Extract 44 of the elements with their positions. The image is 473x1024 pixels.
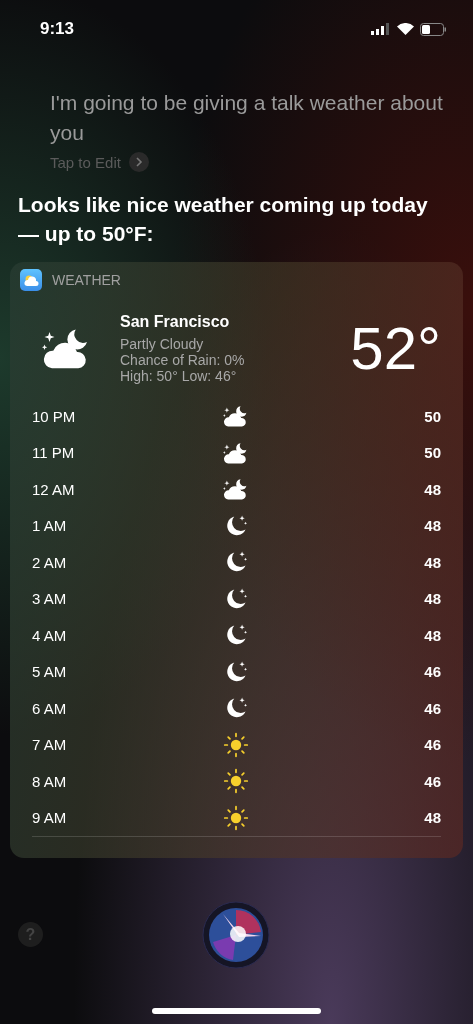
current-temperature: 52°	[350, 313, 441, 383]
hour-label: 5 AM	[32, 663, 67, 681]
tap-to-edit-link[interactable]: Tap to Edit	[50, 153, 121, 171]
hour-temperature: 46	[424, 772, 441, 790]
hour-temperature: 48	[424, 626, 441, 644]
hour-temperature: 50	[424, 444, 441, 462]
siri-orb-icon[interactable]	[201, 900, 271, 970]
hour-label: 8 AM	[32, 772, 67, 790]
hour-label: 1 AM	[32, 517, 67, 535]
hour-label: 4 AM	[32, 626, 67, 644]
rain-chance: Chance of Rain: 0%	[120, 351, 246, 368]
hour-temperature: 48	[424, 517, 441, 535]
sun-icon	[223, 731, 250, 758]
hour-label: 10 PM	[32, 407, 76, 425]
hour-temperature: 50	[424, 407, 441, 425]
signal-icon	[371, 23, 391, 35]
spoken-query: I'm going to be giving a talk weather about you	[50, 90, 443, 146]
battery-icon	[420, 22, 447, 36]
hour-temperature: 48	[424, 590, 441, 608]
city-name: San Francisco	[120, 312, 231, 331]
hour-temperature: 48	[424, 553, 441, 571]
hour-label: 12 AM	[32, 480, 75, 498]
chevron-icon[interactable]	[128, 152, 149, 172]
hour-temperature: 46	[424, 736, 441, 754]
hour-label: 9 AM	[32, 809, 67, 827]
app-name: WEATHER	[52, 272, 121, 288]
hour-label: 6 AM	[32, 699, 67, 717]
hour-temperature: 48	[424, 809, 441, 827]
hour-label: 2 AM	[32, 553, 67, 571]
hour-label: 7 AM	[32, 736, 67, 754]
sun-icon	[223, 804, 250, 831]
hour-temperature: 46	[424, 663, 441, 681]
condition-text: Partly Cloudy	[120, 335, 205, 352]
status-time: 9:13	[40, 19, 75, 39]
siri-response: Looks like nice weather coming up today — up to 50°F:	[17, 192, 429, 247]
sun-icon	[223, 768, 250, 795]
weather-app-icon	[20, 269, 42, 291]
hour-label: 3 AM	[32, 590, 67, 608]
help-button[interactable]: ?	[18, 922, 43, 947]
high-low: High: 50° Low: 46°	[120, 367, 238, 384]
hour-temperature: 46	[424, 699, 441, 717]
hour-temperature: 48	[424, 480, 441, 498]
wifi-icon	[397, 23, 414, 35]
hour-label: 11 PM	[32, 444, 75, 462]
